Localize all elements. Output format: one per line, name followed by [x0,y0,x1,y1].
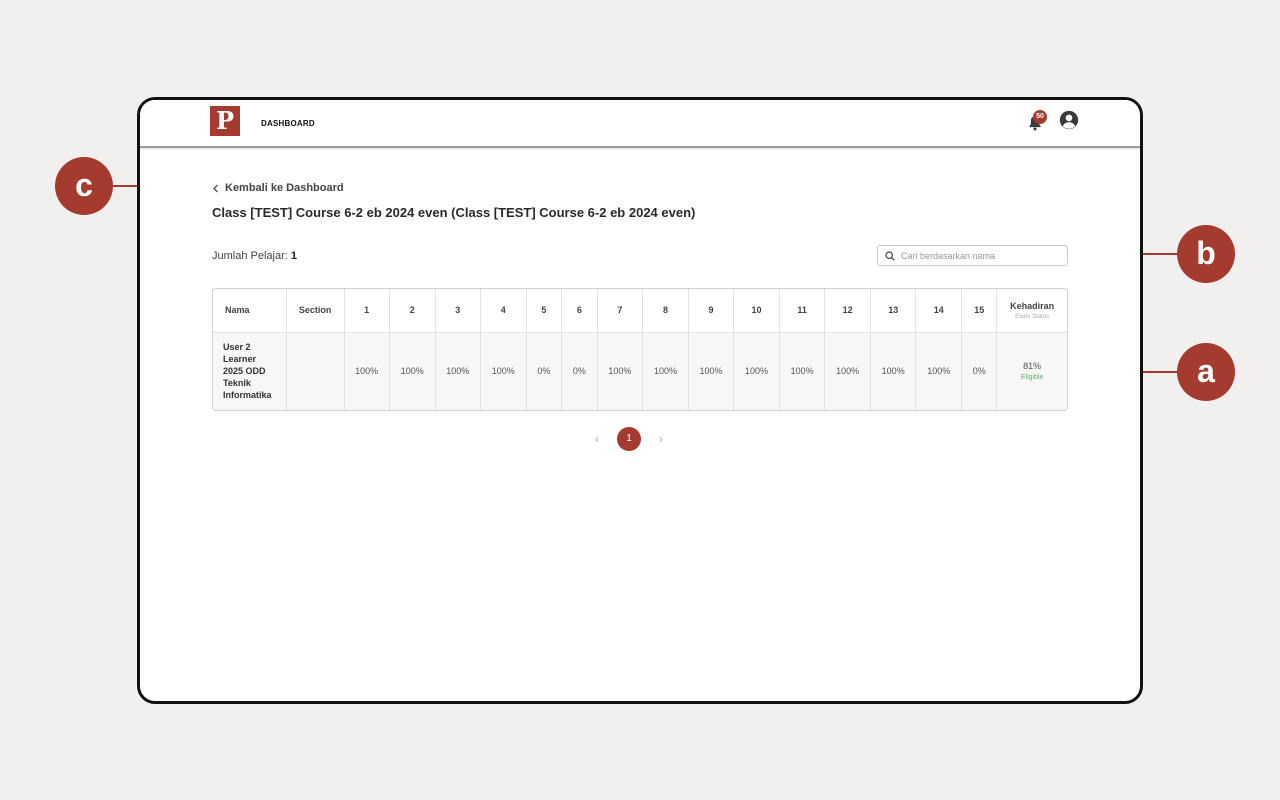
user-avatar-icon[interactable] [1059,110,1079,130]
session-cell: 100% [779,332,826,410]
attendance-cell: 81% Eligible [997,332,1067,410]
student-count: Jumlah Pelajar: 1 [212,250,297,262]
callout-b: b [1177,225,1235,283]
nav-dashboard-link[interactable]: DASHBOARD [261,119,315,128]
session-cell: 100% [688,332,735,410]
chevron-left-icon [213,184,218,192]
attendance-header-label: Kehadiran [1010,300,1055,311]
student-name-line: Informatika [223,390,272,401]
session-cell: 100% [344,332,390,410]
session-cell: 100% [480,332,527,410]
column-header-session: 1 [344,289,390,332]
callout-a: a [1177,343,1235,401]
session-cell: 100% [733,332,781,410]
back-link-label: Kembali ke Dashboard [225,182,344,194]
column-header-session: 12 [824,289,872,332]
back-to-dashboard-link[interactable]: Kembali ke Dashboard [212,182,344,194]
top-navbar: P DASHBOARD 50 [140,100,1140,148]
column-header-session: 13 [870,289,917,332]
pagination-next-button[interactable]: › [659,432,663,446]
notification-count-badge: 50 [1033,110,1047,124]
search-box[interactable] [877,245,1068,266]
attendance-percent: 81% [1023,361,1042,372]
pagination-prev-button[interactable]: ‹ [595,432,599,446]
column-header-session: 4 [480,289,527,332]
session-cell: 100% [915,332,963,410]
student-count-value: 1 [290,250,298,262]
column-header-session: 15 [961,289,998,332]
pagination-page-1[interactable]: 1 [617,427,641,451]
session-cell: 100% [597,332,643,410]
page-title: Class [TEST] Course 6-2 eb 2024 even (Cl… [212,205,696,220]
column-header-session: 14 [915,289,963,332]
table-row: User 2 Learner 2025 ODD Teknik Informati… [213,332,1067,410]
student-name-line: 2025 ODD [223,366,266,377]
column-header-name: Nama [213,289,287,332]
column-header-session: 5 [526,289,562,332]
table-header-row: Nama Section 1 2 3 4 5 6 7 8 9 10 11 12 … [213,289,1067,332]
session-cell: 0% [526,332,562,410]
search-input[interactable] [901,250,1061,261]
column-header-attendance: Kehadiran Exam Status [997,289,1067,332]
section-cell [286,332,345,410]
attendance-table: Nama Section 1 2 3 4 5 6 7 8 9 10 11 12 … [212,288,1068,411]
student-name-cell: User 2 Learner 2025 ODD Teknik Informati… [213,332,287,410]
column-header-session: 9 [688,289,735,332]
search-icon [885,250,895,261]
session-cell: 100% [824,332,872,410]
column-header-session: 6 [561,289,598,332]
session-cell: 0% [561,332,598,410]
column-header-section: Section [286,289,345,332]
student-count-label: Jumlah Pelajar: [212,250,288,262]
column-header-session: 3 [435,289,481,332]
session-cell: 100% [870,332,917,410]
attendance-subheader: Exam Status [1015,313,1050,320]
session-cell: 100% [642,332,689,410]
student-name-line: User 2 [223,342,251,353]
device-frame: P DASHBOARD 50 Kembali ke Dashboard Clas… [137,97,1143,704]
session-cell: 100% [435,332,481,410]
column-header-session: 11 [779,289,826,332]
column-header-session: 7 [597,289,643,332]
pagination: ‹ 1 › [595,427,663,451]
column-header-session: 2 [389,289,436,332]
brand-logo[interactable]: P [210,106,240,136]
session-cell: 100% [389,332,436,410]
callout-c: c [55,157,113,215]
student-name-line: Teknik [223,378,251,389]
student-name-line: Learner [223,354,257,365]
exam-status-badge: Eligible [1020,374,1044,382]
column-header-session: 10 [733,289,781,332]
session-cell: 0% [961,332,998,410]
column-header-session: 8 [642,289,689,332]
